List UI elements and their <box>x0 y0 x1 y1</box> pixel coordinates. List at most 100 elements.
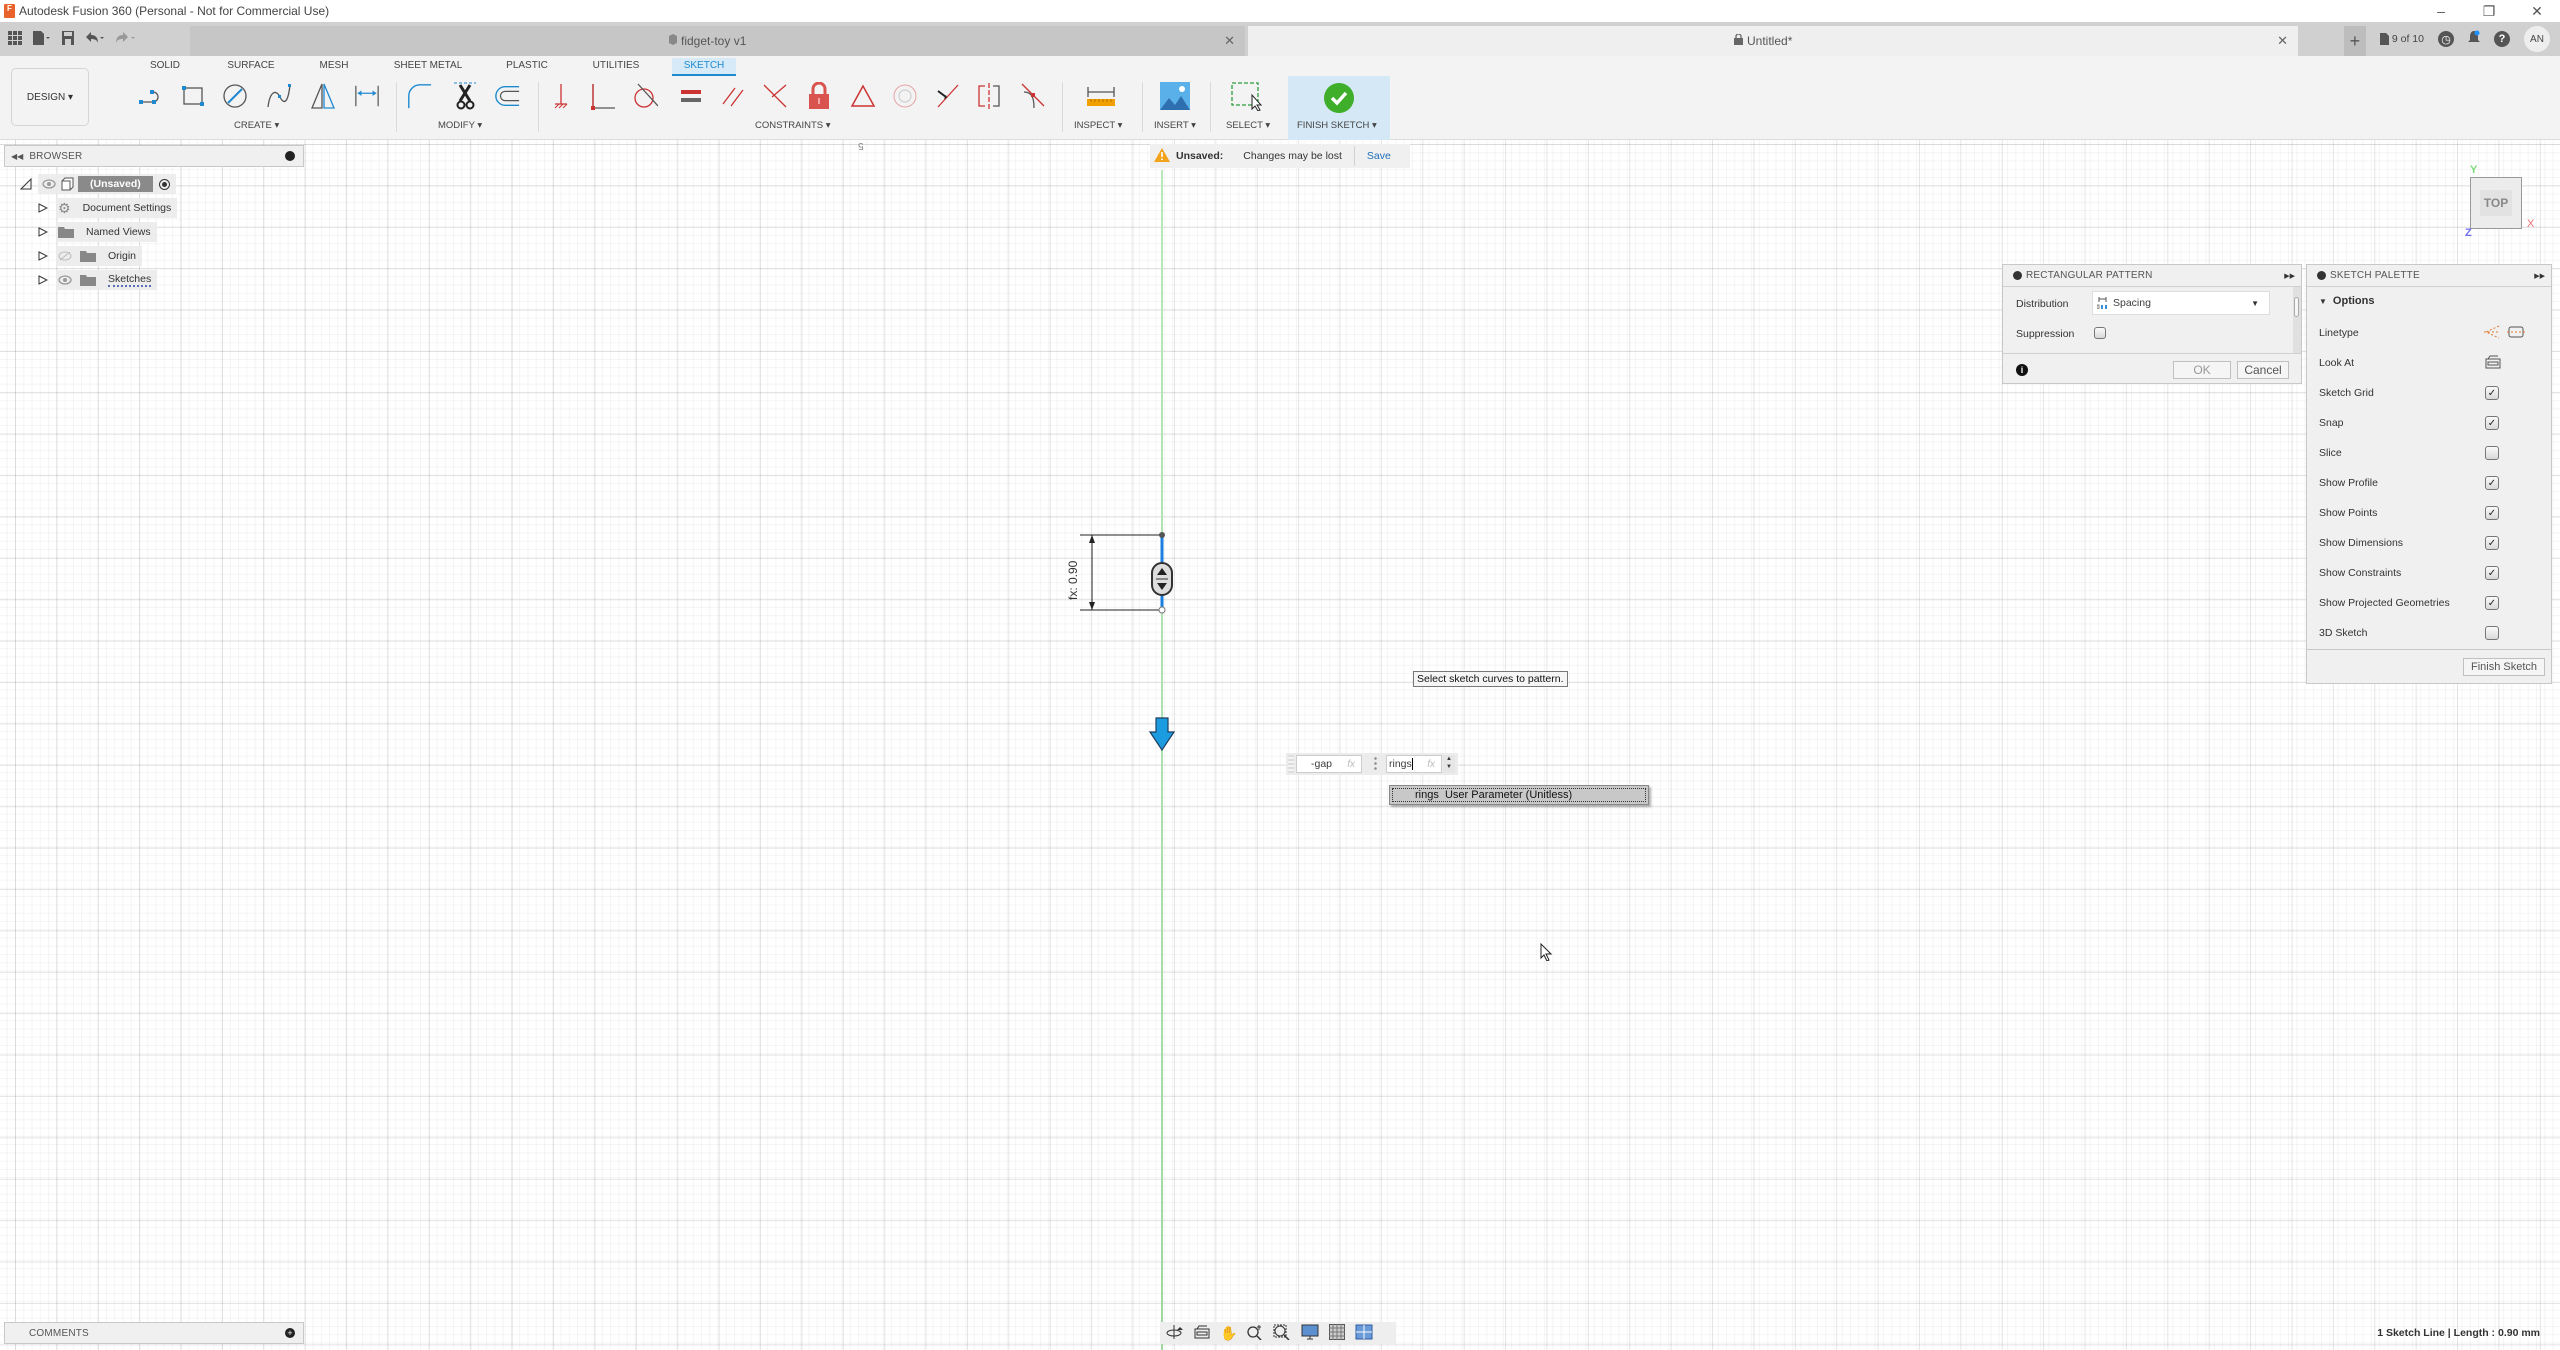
equal-constraint-icon[interactable] <box>678 82 704 110</box>
symmetry-constraint-icon[interactable] <box>976 82 1002 110</box>
fx-button[interactable]: fx <box>1347 759 1355 770</box>
slice-checkbox[interactable] <box>2485 446 2499 460</box>
browser-item-sketches[interactable]: Sketches <box>38 270 158 290</box>
centerline-linetype-icon[interactable] <box>2507 325 2525 342</box>
sketch-grid-checkbox[interactable]: ✓ <box>2485 386 2499 400</box>
show-dimensions-checkbox[interactable]: ✓ <box>2485 536 2499 550</box>
info-icon[interactable]: i <box>2016 364 2028 376</box>
palette-pin-icon[interactable] <box>2317 271 2326 280</box>
insert-image-icon[interactable] <box>1160 82 1190 110</box>
browser-item-named-views[interactable]: Named Views <box>38 222 157 242</box>
finish-sketch-palette-button[interactable]: Finish Sketch <box>2463 658 2545 676</box>
show-points-checkbox[interactable]: ✓ <box>2485 506 2499 520</box>
drag-handle[interactable] <box>1288 755 1294 773</box>
browser-panel-header[interactable]: ◀◀ BROWSER <box>4 145 304 167</box>
finish-sketch-button[interactable]: FINISH SKETCH ▾ <box>1288 76 1390 140</box>
browser-root-item[interactable]: (Unsaved) <box>20 174 176 194</box>
dialog-scrollbar[interactable] <box>2293 287 2301 353</box>
tab-sketch[interactable]: SKETCH <box>672 58 736 76</box>
fx-button[interactable]: fx <box>1427 759 1435 770</box>
dimension-tool-icon[interactable] <box>354 82 380 110</box>
tab-close-icon[interactable]: ✕ <box>2277 33 2288 49</box>
tab-solid[interactable]: SOLID <box>146 58 184 76</box>
viewports-icon[interactable] <box>1355 1324 1373 1343</box>
close-window-button[interactable]: ✕ <box>2514 0 2560 22</box>
look-at-icon[interactable] <box>2485 355 2501 372</box>
show-projected-geometries-checkbox[interactable]: ✓ <box>2485 596 2499 610</box>
activate-radio-icon[interactable] <box>158 178 170 190</box>
snap-checkbox[interactable]: ✓ <box>2485 416 2499 430</box>
insert-menu[interactable]: INSERT ▾ <box>1154 120 1196 131</box>
constraints-menu[interactable]: CONSTRAINTS ▾ <box>755 120 831 131</box>
create-menu[interactable]: CREATE ▾ <box>234 120 279 131</box>
select-window-icon[interactable] <box>1230 82 1264 111</box>
ok-button[interactable]: OK <box>2173 361 2231 379</box>
tab-surface[interactable]: SURFACE <box>222 58 280 76</box>
file-menu-icon[interactable] <box>32 30 52 48</box>
tab-utilities[interactable]: UTILITIES <box>590 58 642 76</box>
display-settings-icon[interactable] <box>1301 1324 1319 1343</box>
coincident-constraint-icon[interactable] <box>548 82 574 110</box>
mirror-tool-icon[interactable] <box>310 82 336 110</box>
rectangle-tool-icon[interactable] <box>180 82 206 110</box>
orbit-icon[interactable] <box>1166 1324 1184 1343</box>
cancel-button[interactable]: Cancel <box>2237 361 2289 379</box>
suppression-checkbox[interactable] <box>2094 327 2106 339</box>
collapse-browser-icon[interactable]: ◀◀ <box>11 152 23 161</box>
autocomplete-option[interactable]: rings User Parameter (Unitless) <box>1392 788 1646 802</box>
view-cube-face[interactable]: TOP <box>2470 177 2522 229</box>
quantity-input[interactable]: rings fx <box>1386 755 1442 773</box>
help-icon[interactable]: ? <box>2494 31 2510 47</box>
pattern-arrow-icon[interactable] <box>1148 717 1176 754</box>
restore-button[interactable]: ❐ <box>2466 0 2512 22</box>
tab-mesh[interactable]: MESH <box>316 58 352 76</box>
clock-icon[interactable]: ◷ <box>2438 31 2454 47</box>
workspace-switcher[interactable]: DESIGN ▾ <box>11 68 89 126</box>
tab-close-icon[interactable]: ✕ <box>1224 33 1235 49</box>
options-section-header[interactable]: ▼ Options <box>2319 295 2374 307</box>
3d-sketch-checkbox[interactable] <box>2485 626 2499 640</box>
dialog-pin-icon[interactable] <box>2013 271 2022 280</box>
zoom-window-icon[interactable] <box>1273 1324 1291 1343</box>
spline-tool-icon[interactable] <box>266 82 292 110</box>
document-tab-fidget-toy[interactable]: fidget-toy v1 ✕ <box>190 26 1245 56</box>
expand-palette-icon[interactable]: ▶▶ <box>2534 272 2545 280</box>
concentric-constraint-icon[interactable] <box>892 82 918 110</box>
zoom-icon[interactable] <box>1247 1324 1263 1343</box>
distribution-dropdown[interactable]: Spacing ▼ <box>2092 291 2270 315</box>
job-status-button[interactable]: 9 of 10 <box>2379 33 2424 45</box>
save-icon[interactable] <box>62 30 74 48</box>
dimension-label[interactable]: fx: 0.90 <box>1066 560 1082 600</box>
show-profile-checkbox[interactable]: ✓ <box>2485 476 2499 490</box>
comments-panel[interactable]: COMMENTS + <box>4 1322 304 1344</box>
palette-header[interactable]: SKETCH PALETTE ▶▶ <box>2307 265 2551 287</box>
browser-item-origin[interactable]: Origin <box>38 246 143 266</box>
tab-plastic[interactable]: PLASTIC <box>503 58 551 76</box>
dialog-header[interactable]: RECTANGULAR PATTERN ▶▶ <box>2003 265 2301 287</box>
line-tool-icon[interactable] <box>138 82 164 110</box>
midpoint-constraint-icon[interactable] <box>850 82 876 110</box>
quantity-stepper[interactable]: ▲ ▼ <box>1443 755 1455 773</box>
inspect-menu[interactable]: INSPECT ▾ <box>1074 120 1122 131</box>
collinear-constraint-icon[interactable] <box>762 82 788 110</box>
modify-menu[interactable]: MODIFY ▾ <box>438 120 482 131</box>
spacing-input[interactable]: -gap fx <box>1296 755 1362 773</box>
pattern-direction-manipulator[interactable] <box>1151 562 1173 596</box>
tab-sheet-metal[interactable]: SHEET METAL <box>390 58 466 76</box>
construction-linetype-icon[interactable] <box>2483 325 2501 342</box>
fillet-tool-icon[interactable] <box>406 82 432 110</box>
undo-icon[interactable] <box>84 31 106 48</box>
circle-tool-icon[interactable] <box>222 82 248 110</box>
grid-snaps-icon[interactable] <box>1329 1323 1346 1343</box>
notification-bell-icon[interactable] <box>2468 30 2480 48</box>
user-avatar[interactable]: AN <box>2524 26 2550 52</box>
horizontal-vertical-constraint-icon[interactable] <box>934 82 960 110</box>
curvature-constraint-icon[interactable] <box>1020 82 1046 110</box>
data-panel-grid-icon[interactable] <box>8 30 22 48</box>
save-link[interactable]: Save <box>1367 150 1391 162</box>
browser-pin-icon[interactable] <box>285 151 295 161</box>
fix-constraint-lock-icon[interactable] <box>806 82 832 110</box>
trim-tool-icon[interactable] <box>452 82 478 110</box>
offset-tool-icon[interactable] <box>494 82 520 110</box>
minimize-button[interactable]: – <box>2418 0 2464 22</box>
